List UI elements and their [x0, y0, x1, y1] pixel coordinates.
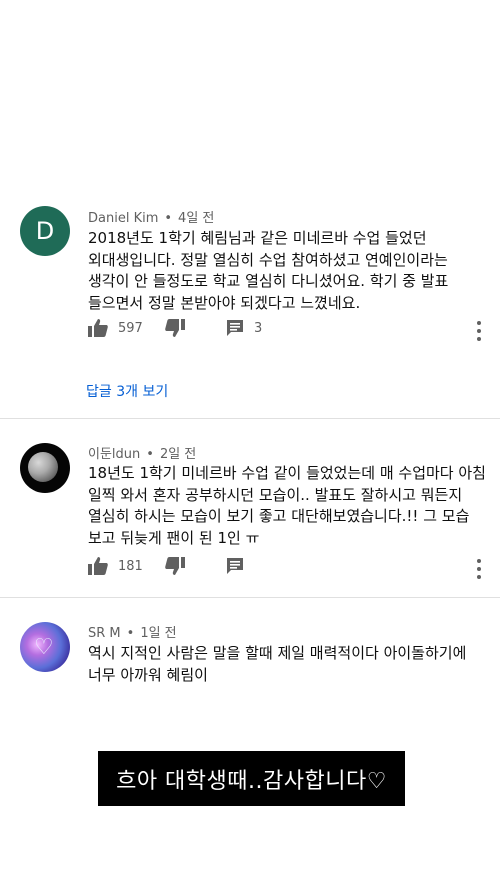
moon-image [28, 452, 58, 482]
avatar-moon[interactable] [20, 443, 70, 493]
separator-dot: • [164, 211, 173, 226]
dislike-button[interactable] [165, 554, 185, 578]
caption-banner: 흐아 대학생때..감사합니다♡ [98, 751, 405, 806]
comment-time[interactable]: 1일 전 [140, 626, 176, 641]
more-options-button[interactable] [476, 559, 482, 579]
comment-icon [227, 558, 243, 574]
thumbs-down-icon [165, 319, 185, 337]
comment-text: 2018년도 1학기 혜림님과 같은 미네르바 수업 들었던 외대생입니다. 정… [88, 229, 449, 312]
like-button[interactable]: 597 [88, 316, 143, 340]
avatar-letter: D [35, 217, 55, 245]
reply-button[interactable] [226, 554, 244, 578]
thumbs-up-icon [88, 319, 108, 337]
comment-meta: SR M • 1일 전 [88, 622, 177, 641]
dislike-button[interactable] [165, 316, 185, 340]
avatar-daniel-kim[interactable]: D [20, 206, 70, 256]
thumbs-up-icon [88, 557, 108, 575]
comment-icon [227, 320, 243, 336]
comment-actions: 597 3 [88, 316, 488, 340]
divider [0, 597, 500, 598]
reply-count: 3 [254, 320, 263, 336]
author-name[interactable]: Daniel Kim [88, 211, 158, 226]
view-replies-link[interactable]: 답글 3개 보기 [86, 381, 168, 401]
comment-text: 역시 지적인 사람은 말을 할때 제일 매력적이다 아이돌하기에 너무 아까워 … [88, 644, 467, 684]
comment-actions: 181 [88, 554, 488, 578]
author-name[interactable]: SR M [88, 626, 121, 641]
like-count: 181 [118, 558, 143, 574]
comment-time[interactable]: 4일 전 [178, 211, 214, 226]
separator-dot: • [126, 626, 135, 641]
divider [0, 418, 500, 419]
thumbs-down-icon [165, 557, 185, 575]
heart-icon: ♡ [34, 635, 54, 660]
more-options-button[interactable] [476, 321, 482, 341]
like-button[interactable]: 181 [88, 554, 143, 578]
comment-text: 18년도 1학기 미네르바 수업 같이 들었었는데 매 수업마다 아침 일찍 와… [88, 464, 486, 547]
separator-dot: • [146, 447, 154, 462]
comment-time[interactable]: 2일 전 [160, 447, 196, 462]
like-count: 597 [118, 320, 143, 336]
comment-meta: Daniel Kim • 4일 전 [88, 207, 214, 226]
reply-button[interactable]: 3 [226, 316, 262, 340]
comment-meta: 이둔ldun • 2일 전 [88, 443, 196, 462]
avatar-srm[interactable]: ♡ [20, 622, 70, 672]
author-name[interactable]: 이둔ldun [88, 447, 140, 462]
